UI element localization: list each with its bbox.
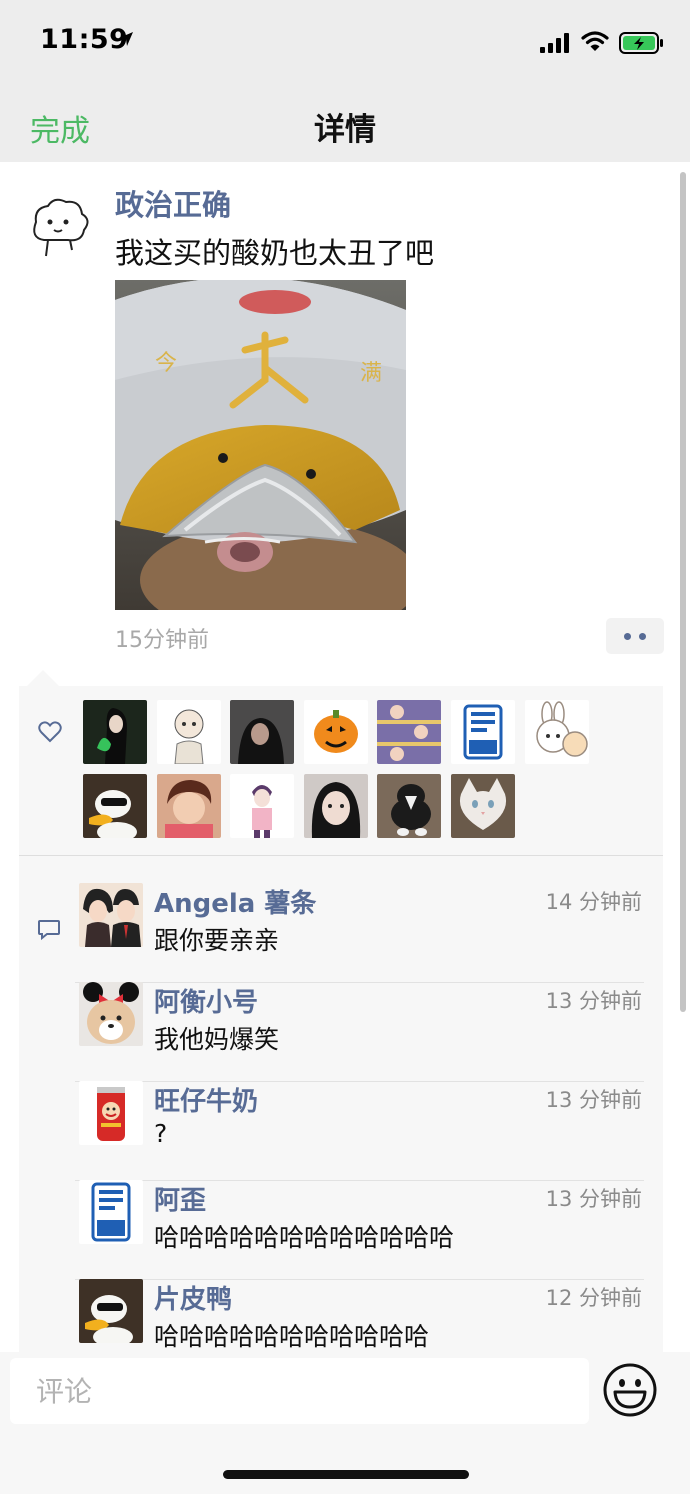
status-time: 11:59: [40, 24, 129, 55]
scrollbar[interactable]: [680, 172, 686, 1012]
liker-avatar[interactable]: [157, 700, 221, 764]
post-image[interactable]: 今 满: [115, 280, 406, 610]
commenter-avatar[interactable]: [79, 883, 143, 947]
svg-text:今: 今: [155, 351, 177, 376]
interaction-box: Angela 薯条 14 分钟前 跟你要亲亲 阿衡小号 13 分钟前 我他妈爆笑: [19, 686, 663, 1352]
comment-item[interactable]: 阿衡小号 13 分钟前 我他妈爆笑: [19, 982, 663, 1081]
svg-text:满: 满: [360, 361, 382, 386]
commenter-avatar[interactable]: [79, 1279, 143, 1343]
page-title: 详情: [314, 112, 376, 148]
location-arrow-icon: [119, 32, 133, 46]
liker-avatar[interactable]: [304, 774, 368, 838]
liker-avatar[interactable]: [157, 774, 221, 838]
nav-bar: 完成 详情: [0, 86, 690, 162]
likes-divider: [19, 855, 663, 856]
commenter-avatar[interactable]: [79, 1180, 143, 1244]
comment-text: 哈哈哈哈哈哈哈哈哈哈哈: [154, 1322, 430, 1351]
comment-item[interactable]: 片皮鸭 12 分钟前 哈哈哈哈哈哈哈哈哈哈哈: [19, 1279, 663, 1352]
commenter-name[interactable]: Angela 薯条: [154, 883, 316, 920]
battery-icon: [619, 32, 663, 54]
liker-avatar[interactable]: [451, 700, 515, 764]
comment-text: 哈哈哈哈哈哈哈哈哈哈哈哈: [154, 1223, 455, 1252]
liker-avatar[interactable]: [83, 774, 147, 838]
comment-text: 我他妈爆笑: [154, 1025, 280, 1054]
post-text: 我这买的酸奶也太丑了吧: [115, 236, 435, 270]
commenter-name[interactable]: 片皮鸭: [154, 1279, 232, 1316]
more-actions-button[interactable]: [606, 618, 664, 654]
liker-avatar[interactable]: [377, 700, 441, 764]
liker-avatar[interactable]: [230, 774, 294, 838]
liker-avatar[interactable]: [377, 774, 441, 838]
comment-time: 13 分钟前: [545, 1187, 642, 1211]
box-arrow: [27, 670, 59, 686]
comment-time: 12 分钟前: [545, 1286, 642, 1310]
comment-item[interactable]: Angela 薯条 14 分钟前 跟你要亲亲: [19, 883, 663, 982]
comment-input-bar: [0, 1352, 690, 1494]
comment-time: 13 分钟前: [545, 1088, 642, 1112]
commenter-name[interactable]: 旺仔牛奶: [154, 1081, 258, 1118]
comment-item[interactable]: 旺仔牛奶 13 分钟前 ?: [19, 1081, 663, 1180]
liker-avatar[interactable]: [525, 700, 589, 764]
comment-input[interactable]: [10, 1358, 589, 1424]
post-detail[interactable]: 政治正确 我这买的酸奶也太丑了吧 今 满 15分钟前 Angela 薯条 14 …: [0, 162, 690, 1352]
comment-time: 13 分钟前: [545, 989, 642, 1013]
signal-icon: [540, 33, 569, 53]
comment-text: ?: [154, 1119, 168, 1148]
post-author-avatar[interactable]: [24, 192, 96, 264]
comment-item[interactable]: 阿歪 13 分钟前 哈哈哈哈哈哈哈哈哈哈哈哈: [19, 1180, 663, 1279]
commenter-avatar[interactable]: [79, 982, 143, 1046]
post-author-name[interactable]: 政治正确: [115, 182, 231, 224]
post-time: 15分钟前: [115, 628, 209, 653]
commenter-avatar[interactable]: [79, 1081, 143, 1145]
dot-icon: [639, 633, 646, 640]
liker-avatar[interactable]: [83, 700, 147, 764]
emoji-icon[interactable]: [602, 1362, 658, 1418]
wifi-icon: [581, 31, 609, 51]
comment-time: 14 分钟前: [545, 890, 642, 914]
comment-text: 跟你要亲亲: [154, 926, 280, 955]
liker-avatar[interactable]: [230, 700, 294, 764]
dot-icon: [624, 633, 631, 640]
liker-avatar[interactable]: [304, 700, 368, 764]
heart-icon: [38, 721, 62, 743]
liker-avatar[interactable]: [451, 774, 515, 838]
commenter-name[interactable]: 阿歪: [154, 1180, 206, 1217]
status-bar: 11:59: [0, 0, 690, 86]
commenter-name[interactable]: 阿衡小号: [154, 982, 258, 1019]
home-indicator: [223, 1470, 469, 1479]
